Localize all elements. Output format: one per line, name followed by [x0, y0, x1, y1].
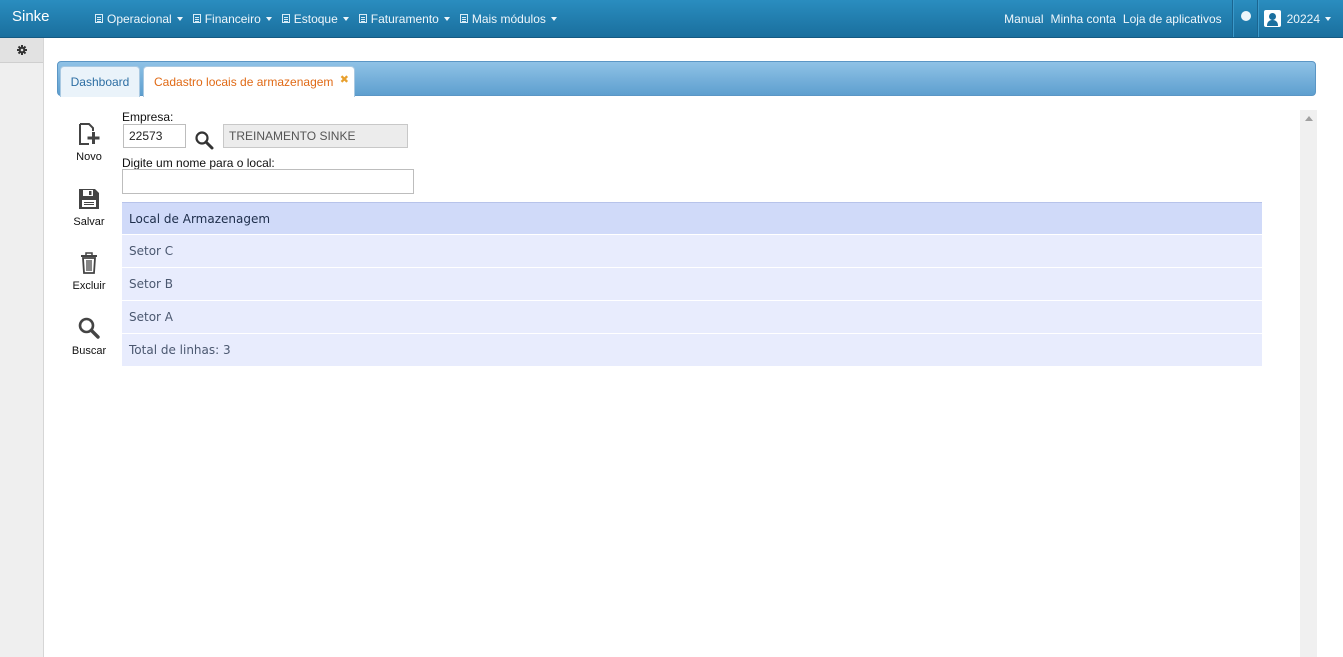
- location-name-label: Digite um nome para o local:: [122, 156, 275, 170]
- close-icon[interactable]: ✖: [340, 73, 349, 86]
- vertical-scrollbar[interactable]: [1300, 110, 1317, 657]
- new-button[interactable]: Novo: [64, 121, 114, 163]
- main-menu: Operacional Financeiro Estoque Faturamen…: [95, 0, 567, 37]
- document-icon: [459, 14, 468, 23]
- search-label: Buscar: [71, 345, 107, 357]
- user-menu[interactable]: 20224: [1287, 12, 1320, 26]
- settings-toggle[interactable]: [0, 38, 43, 63]
- caret-down-icon: [342, 16, 349, 21]
- locations-table: Local de Armazenagem Setor C Setor B Set…: [122, 202, 1262, 367]
- floppy-disk-icon: [79, 189, 99, 209]
- company-search-button[interactable]: [193, 129, 215, 154]
- location-name-input[interactable]: [122, 169, 414, 194]
- top-navbar: Sinke Operacional Financeiro Estoque Fat…: [0, 0, 1343, 38]
- navbar-right: Manual Minha conta Loja de aplicativos 2…: [997, 0, 1331, 37]
- caret-down-icon: [265, 16, 272, 21]
- tab-dashboard[interactable]: Dashboard: [60, 66, 140, 97]
- scroll-up-arrow-icon[interactable]: [1305, 116, 1313, 121]
- table-footer-total: Total de linhas: 3: [122, 334, 1262, 367]
- globe-icon[interactable]: [1240, 10, 1251, 21]
- menu-label: Financeiro: [204, 11, 261, 26]
- menu-label: Operacional: [107, 11, 172, 26]
- new-label: Novo: [76, 151, 102, 163]
- company-code-input[interactable]: [123, 124, 186, 148]
- navbar-divider: [1231, 0, 1233, 37]
- navbar-divider: [1256, 0, 1258, 37]
- company-label: Empresa:: [122, 110, 174, 124]
- menu-label: Mais módulos: [471, 11, 546, 26]
- tab-cadastro-locais[interactable]: Cadastro locais de armazenagem ✖: [143, 66, 355, 97]
- table-row[interactable]: Setor A: [122, 301, 1262, 334]
- caret-down-icon[interactable]: [1325, 16, 1331, 21]
- delete-button[interactable]: Excluir: [64, 250, 114, 292]
- document-icon: [95, 14, 103, 23]
- caret-down-icon: [550, 16, 557, 21]
- brand-logo[interactable]: Sinke: [12, 8, 50, 25]
- account-link[interactable]: Minha conta: [1051, 12, 1116, 26]
- menu-mais-modulos[interactable]: Mais módulos: [459, 11, 557, 26]
- delete-label: Excluir: [72, 280, 106, 292]
- document-icon: [281, 14, 290, 23]
- trash-icon: [81, 252, 97, 274]
- table-header: Local de Armazenagem: [122, 202, 1262, 235]
- table-row[interactable]: Setor B: [122, 268, 1262, 301]
- caret-down-icon: [443, 16, 450, 21]
- left-sidebar: [0, 38, 44, 657]
- tab-label: Cadastro locais de armazenagem: [154, 75, 334, 89]
- menu-estoque[interactable]: Estoque: [281, 11, 349, 26]
- menu-label: Estoque: [293, 11, 338, 26]
- menu-label: Faturamento: [370, 11, 439, 26]
- manual-link[interactable]: Manual: [1004, 12, 1043, 26]
- table-row[interactable]: Setor C: [122, 235, 1262, 268]
- tab-bar: Dashboard Cadastro locais de armazenagem…: [57, 61, 1316, 97]
- search-button[interactable]: Buscar: [64, 315, 114, 357]
- gear-icon: [16, 45, 27, 55]
- app-store-link[interactable]: Loja de aplicativos: [1123, 12, 1222, 26]
- search-icon: [78, 317, 100, 339]
- search-icon: [195, 131, 214, 150]
- new-document-icon: [79, 123, 100, 145]
- save-button[interactable]: Salvar: [64, 186, 114, 228]
- user-icon[interactable]: [1263, 10, 1281, 27]
- caret-down-icon: [176, 16, 183, 21]
- document-icon: [192, 14, 201, 23]
- menu-financeiro[interactable]: Financeiro: [192, 11, 272, 26]
- document-icon: [358, 14, 367, 23]
- menu-operacional[interactable]: Operacional: [95, 12, 183, 26]
- company-name-field: [223, 124, 408, 148]
- save-label: Salvar: [73, 216, 105, 228]
- menu-faturamento[interactable]: Faturamento: [358, 11, 450, 26]
